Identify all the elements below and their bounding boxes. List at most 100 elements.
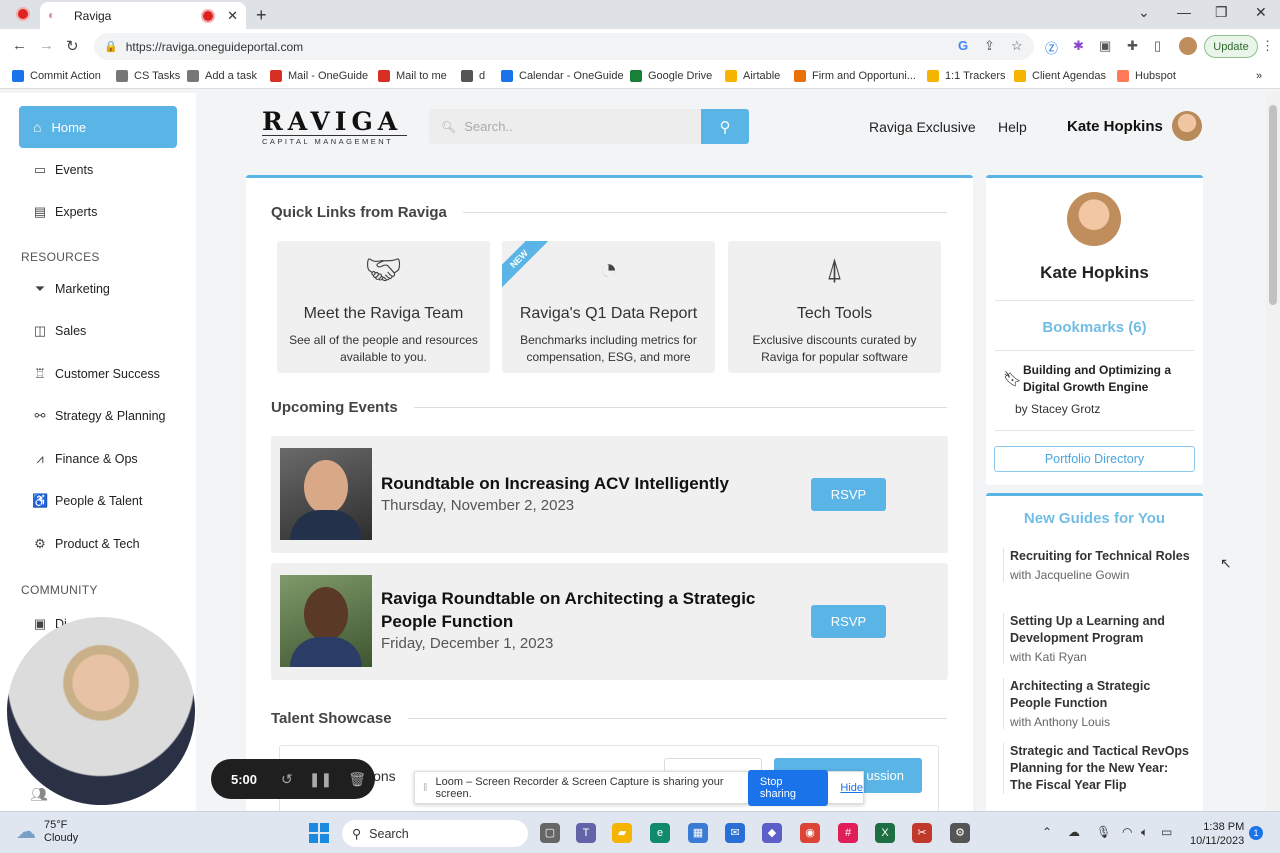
- page-scrollbar[interactable]: [1266, 93, 1280, 811]
- forward-icon[interactable]: →: [39, 37, 54, 54]
- delete-icon[interactable]: 🗑︎: [348, 771, 366, 788]
- google-icon[interactable]: G: [958, 38, 968, 53]
- hide-share-bar-link[interactable]: Hide: [840, 782, 863, 794]
- webcam-bubble[interactable]: [7, 617, 195, 805]
- mail-icon[interactable]: ✉: [725, 823, 745, 843]
- edge-icon[interactable]: e: [650, 823, 670, 843]
- copilot-icon[interactable]: ◆: [762, 823, 782, 843]
- file-explorer-icon[interactable]: ▰: [612, 823, 632, 843]
- sidebar-item-people-talent[interactable]: ♿ People & Talent: [32, 493, 142, 509]
- guide-item[interactable]: Setting Up a Learning and Development Pr…: [1003, 613, 1193, 664]
- start-button[interactable]: [309, 823, 329, 843]
- guide-item[interactable]: Architecting a Strategic People Function…: [1003, 678, 1193, 729]
- reload-icon[interactable]: ↻: [66, 37, 79, 55]
- sidebar-item-strategy-planning[interactable]: ⚯ Strategy & Planning: [32, 408, 166, 424]
- zoom-extension-icon[interactable]: Ⓩ: [1045, 38, 1058, 57]
- slack-icon[interactable]: #: [838, 823, 858, 843]
- bookmark-item[interactable]: Add a task: [187, 70, 257, 82]
- maximize-icon[interactable]: ❐: [1215, 4, 1228, 21]
- task-view-icon[interactable]: ▢: [540, 823, 560, 843]
- tray-chevron-icon[interactable]: ⌃: [1042, 825, 1052, 839]
- minimize-icon[interactable]: —: [1177, 4, 1191, 20]
- taskbar-clock[interactable]: 1:38 PM 10/11/2023: [1190, 820, 1244, 848]
- bookmark-item[interactable]: Hubspot: [1117, 70, 1176, 82]
- bookmark-title[interactable]: Building and Optimizing a Digital Growth…: [1023, 362, 1193, 396]
- quick-link-card[interactable]: ⍋ Tech Tools Exclusive discounts curated…: [728, 241, 941, 373]
- avatar[interactable]: [1172, 111, 1202, 141]
- sidebar-item-experts[interactable]: ▤ Experts: [32, 204, 98, 220]
- bookmark-item[interactable]: Mail to me: [378, 70, 447, 82]
- taskbar-search[interactable]: ⚲ Search: [342, 820, 528, 847]
- close-tab-icon[interactable]: ✕: [227, 8, 238, 24]
- event-title[interactable]: Roundtable on Increasing ACV Intelligent…: [381, 472, 729, 495]
- quick-link-card[interactable]: 🤝︎ Meet the Raviga Team See all of the p…: [277, 241, 490, 373]
- quick-link-card[interactable]: NEW ◔ Raviga's Q1 Data Report Benchmarks…: [502, 241, 715, 373]
- guide-item[interactable]: Strategic and Tactical RevOps Planning f…: [1003, 743, 1193, 794]
- teams-icon[interactable]: T: [576, 823, 596, 843]
- rsvp-button[interactable]: RSVP: [811, 478, 886, 511]
- bookmark-item[interactable]: Google Drive: [630, 70, 712, 82]
- guide-item[interactable]: Recruiting for Technical Roles with Jacq…: [1003, 548, 1193, 582]
- microphone-icon[interactable]: 🎙︎: [1096, 825, 1111, 839]
- onedrive-icon[interactable]: ☁: [1068, 825, 1080, 839]
- excel-icon[interactable]: X: [875, 823, 895, 843]
- extension-icon[interactable]: ✱: [1073, 38, 1084, 54]
- bookmark-item[interactable]: Airtable: [725, 70, 780, 82]
- menu-kebab-icon[interactable]: ⋮: [1261, 38, 1274, 54]
- sidepanel-icon[interactable]: ▯: [1154, 38, 1161, 54]
- tab-search-icon[interactable]: ⌄: [1138, 4, 1150, 21]
- event-card[interactable]: Roundtable on Increasing ACV Intelligent…: [271, 436, 948, 553]
- chrome-icon[interactable]: ◉: [800, 823, 820, 843]
- search-button[interactable]: ⚲: [701, 109, 749, 144]
- event-card[interactable]: Raviga Roundtable on Architecting a Stra…: [271, 563, 948, 680]
- bookmark-item[interactable]: 1:1 Trackers: [927, 70, 1006, 82]
- bookmark-item[interactable]: Client Agendas: [1014, 70, 1106, 82]
- update-button[interactable]: Update: [1204, 35, 1258, 58]
- stop-sharing-button[interactable]: Stop sharing: [747, 769, 829, 806]
- raviga-logo[interactable]: RAVIGA CAPITAL MANAGEMENT: [262, 109, 407, 146]
- store-icon[interactable]: ▦: [688, 823, 708, 843]
- rsvp-button[interactable]: RSVP: [811, 605, 886, 638]
- profile-avatar-icon[interactable]: [1179, 37, 1197, 55]
- sidebar-item-marketing[interactable]: ⏷ Marketing: [32, 281, 110, 297]
- bookmark-item[interactable]: Calendar - OneGuide: [501, 70, 624, 82]
- close-window-icon[interactable]: ✕: [1255, 4, 1267, 21]
- share-icon[interactable]: ⇪: [984, 38, 995, 54]
- avatar[interactable]: [1067, 192, 1121, 246]
- back-icon[interactable]: ←: [12, 37, 27, 54]
- search-input[interactable]: 🔍︎ Search..: [429, 109, 701, 144]
- guide-title[interactable]: Setting Up a Learning and Development Pr…: [1010, 613, 1193, 647]
- volume-icon[interactable]: 🔈︎: [1141, 825, 1148, 840]
- raviga-exclusive-link[interactable]: Raviga Exclusive: [869, 119, 976, 135]
- guide-title[interactable]: Strategic and Tactical RevOps Planning f…: [1010, 743, 1193, 794]
- wifi-icon[interactable]: ◠: [1122, 825, 1132, 839]
- sidebar-item-sales[interactable]: ◫ Sales: [32, 323, 86, 339]
- pause-icon[interactable]: ❚❚: [309, 771, 332, 788]
- bookmark-item[interactable]: Commit Action: [12, 70, 101, 82]
- bookmark-item[interactable]: Mail - OneGuide: [270, 70, 368, 82]
- new-tab-icon[interactable]: +: [256, 5, 267, 26]
- battery-icon[interactable]: ▭: [1161, 825, 1172, 839]
- weather-widget[interactable]: ☁ 75°F Cloudy: [16, 819, 78, 845]
- bookmarks-heading[interactable]: Bookmarks (6): [986, 319, 1203, 336]
- more-bookmarks-icon[interactable]: »: [1256, 70, 1262, 82]
- bookmark-star-icon[interactable]: ☆: [1011, 38, 1023, 54]
- notification-badge[interactable]: 1: [1249, 826, 1263, 840]
- url-field[interactable]: 🔒 https://raviga.oneguideportal.com: [94, 33, 1034, 60]
- event-title[interactable]: Raviga Roundtable on Architecting a Stra…: [381, 587, 791, 633]
- portfolio-directory-button[interactable]: Portfolio Directory: [994, 446, 1195, 472]
- bookmark-item[interactable]: d: [461, 70, 485, 82]
- user-name[interactable]: Kate Hopkins: [1067, 118, 1163, 135]
- help-link[interactable]: Help: [998, 119, 1027, 135]
- sidebar-item-home[interactable]: ⌂ Home: [19, 106, 177, 148]
- sidebar-item-events[interactable]: ▭ Events: [32, 162, 93, 178]
- extension-2-icon[interactable]: ▣: [1099, 38, 1111, 54]
- browser-tab[interactable]: ◐ Raviga ✕: [40, 2, 246, 29]
- puzzle-icon[interactable]: ✚: [1127, 38, 1138, 54]
- bookmark-item[interactable]: Firm and Opportuni...: [794, 70, 916, 82]
- drag-handle-icon[interactable]: ‖: [423, 782, 428, 794]
- restart-icon[interactable]: ↺: [281, 771, 293, 788]
- settings-icon[interactable]: ⚙: [950, 823, 970, 843]
- sidebar-item-product-tech[interactable]: ⚙ Product & Tech: [32, 536, 139, 552]
- snipping-tool-icon[interactable]: ✂: [912, 823, 932, 843]
